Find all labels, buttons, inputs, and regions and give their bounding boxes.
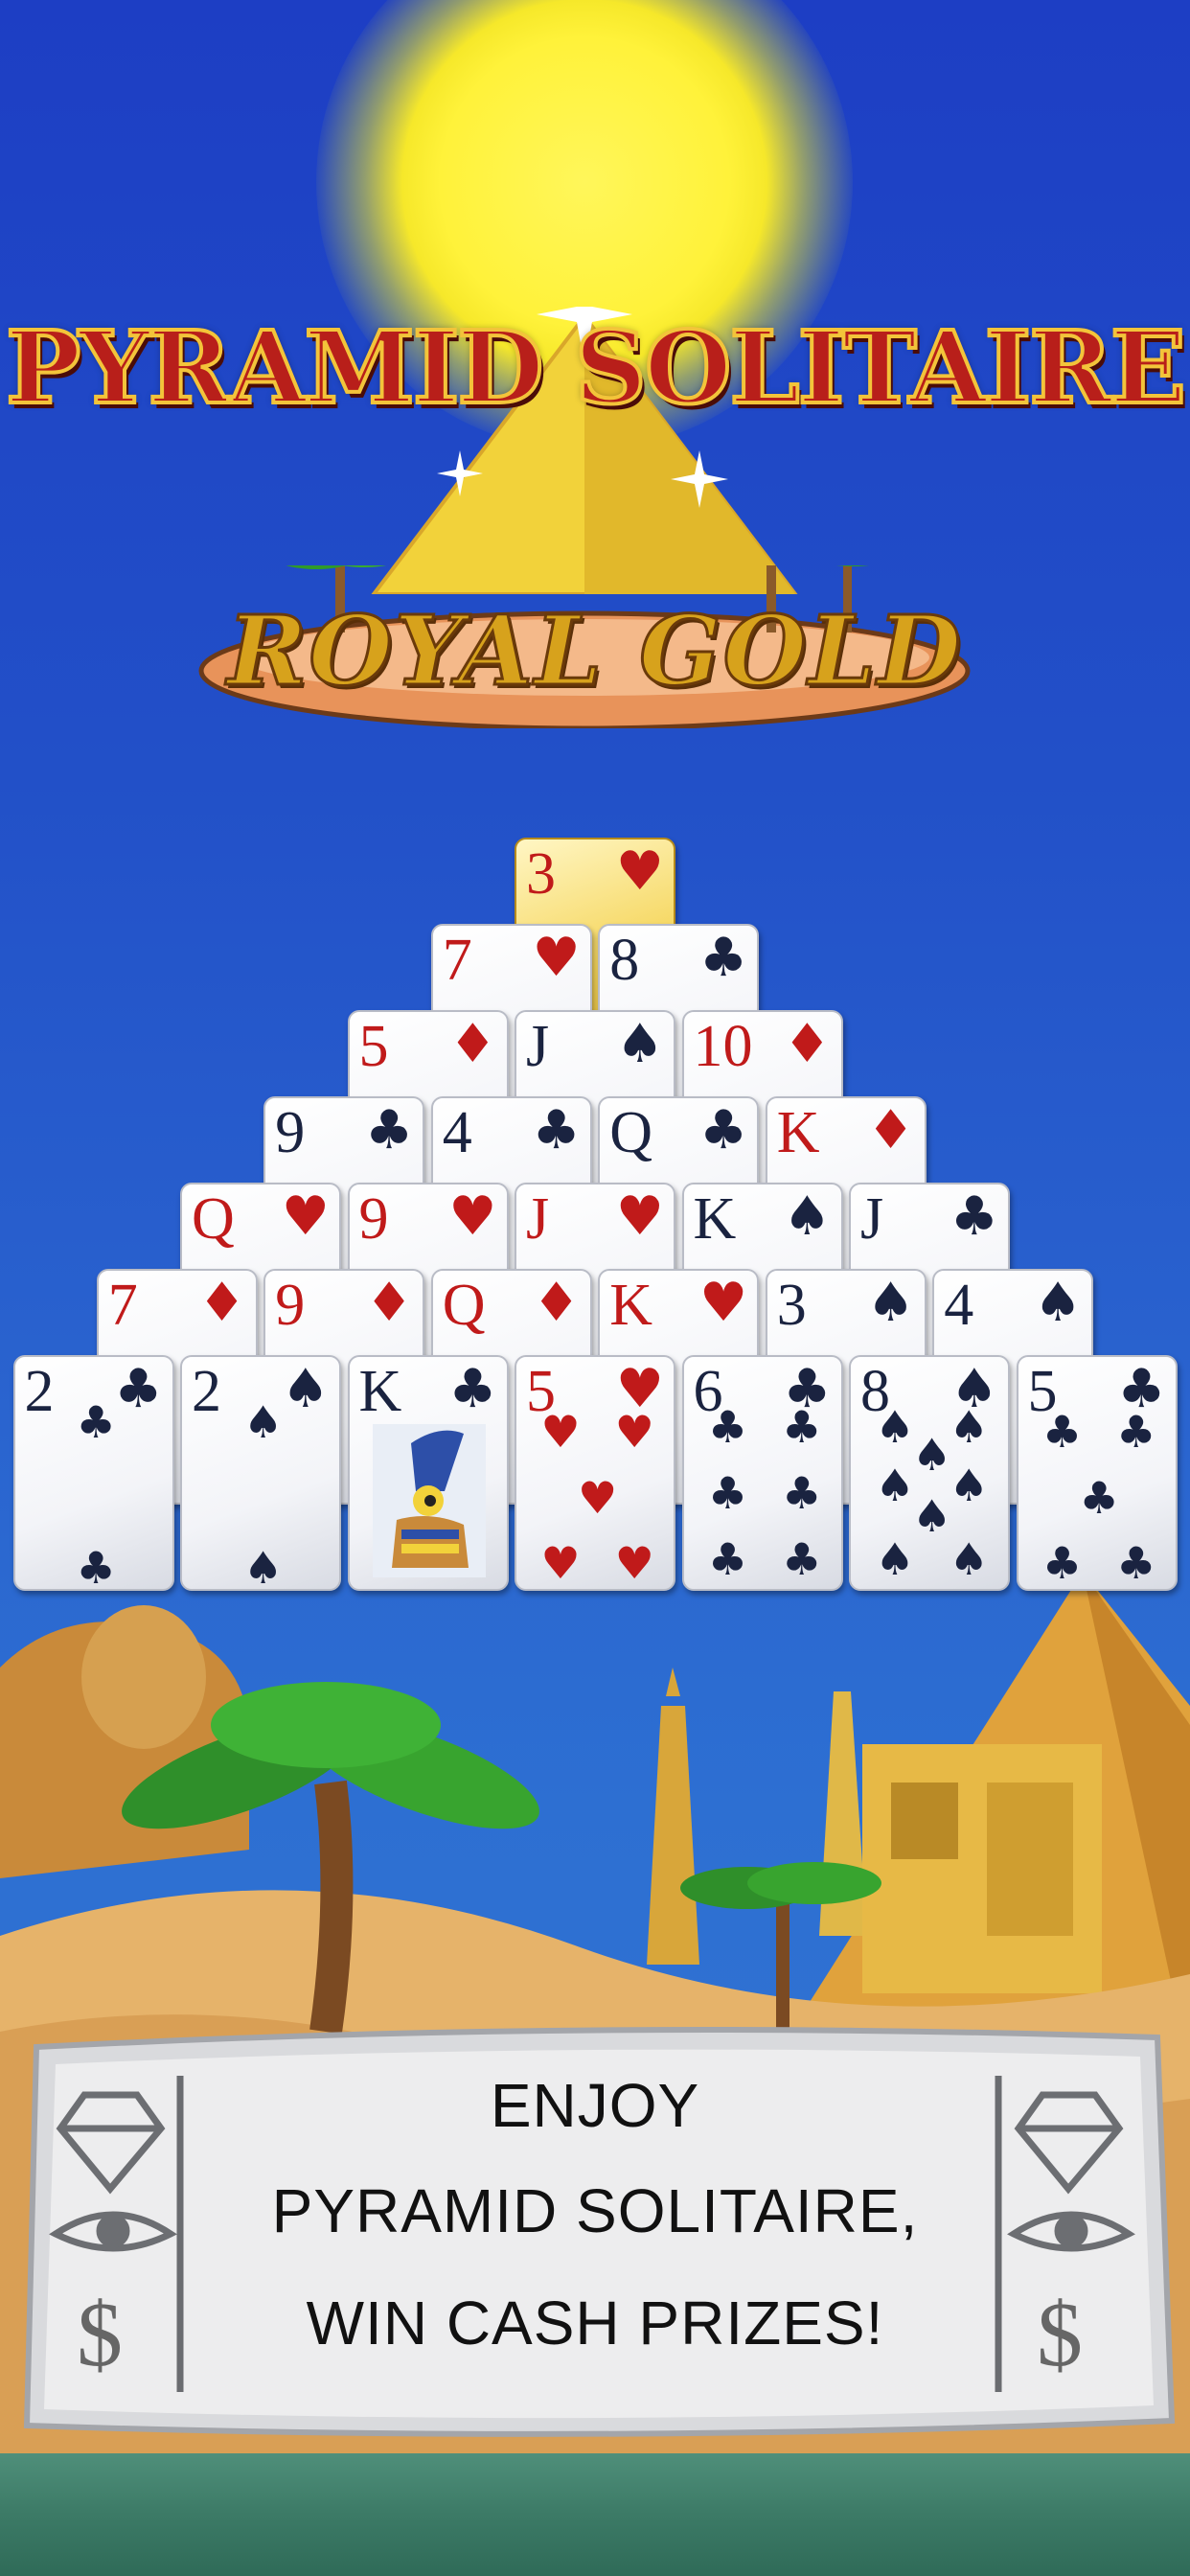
card-rank: 9 — [275, 1273, 306, 1338]
card-rank: K — [776, 1100, 820, 1165]
card-suit-icon: ♣ — [365, 1099, 414, 1162]
card-rank: J — [526, 1014, 550, 1079]
card-pip-icon: ♣ — [1079, 1471, 1119, 1524]
banner-line-3: WIN CASH PRIZES! — [306, 2288, 884, 2358]
title-line-2: ROYAL GOLD — [226, 593, 963, 709]
card-rank: 4 — [442, 1100, 472, 1165]
card-suit-icon: ♣ — [950, 1185, 998, 1248]
card-suit-icon: ♥ — [615, 840, 664, 903]
title-line-1: PYRAMID SOLITAIRE — [4, 307, 1188, 428]
card-suit-icon: ♠ — [615, 1013, 664, 1075]
card-pip-icon: ♠ — [875, 1532, 915, 1585]
card-rank: K — [358, 1359, 402, 1424]
card-rank: 9 — [275, 1100, 306, 1165]
card-pip-icon: ♥ — [540, 1537, 581, 1590]
card-pip-icon: ♠ — [243, 1542, 284, 1591]
card-pip-icon: ♣ — [707, 1400, 748, 1453]
banner-line-1: ENJOY — [490, 2071, 700, 2140]
card-rank: 3 — [776, 1273, 807, 1338]
card-suit-icon: ♥ — [448, 1185, 497, 1248]
banner-line-2: PYRAMID SOLITAIRE, — [271, 2176, 919, 2245]
playing-card[interactable]: 5 ♥ ♥ ♥ ♥ ♥ ♥ — [515, 1355, 675, 1591]
card-rank: 9 — [358, 1186, 389, 1252]
dollar-icon: $ — [77, 2283, 123, 2385]
card-pip-icon: ♥ — [614, 1405, 654, 1458]
playing-card[interactable]: 2 ♠ ♠ ♠ — [180, 1355, 341, 1591]
card-pip-icon: ♠ — [912, 1429, 952, 1482]
playing-card[interactable]: 2 ♣ ♣ ♣ — [12, 1355, 174, 1591]
card-rank: 7 — [442, 928, 472, 993]
card-pip-icon: ♥ — [614, 1537, 654, 1590]
card-suit-icon: ♥ — [532, 927, 581, 989]
card-pip-icon: ♣ — [1041, 1537, 1083, 1590]
game-scene: PYRAMID SOLITAIRE ROYAL GOLD 3 ♥ 7 ♥ 8 ♣… — [0, 0, 1190, 2576]
card-suit-icon: ♦ — [866, 1099, 915, 1162]
card-suit-icon: ♣ — [448, 1358, 497, 1420]
card-suit-icon: ♦ — [365, 1272, 414, 1334]
playing-card[interactable]: 6 ♣ ♣ ♣ ♣ ♣ ♣ ♣ — [681, 1355, 843, 1591]
card-rank: K — [609, 1273, 653, 1338]
card-suit-icon: ♥ — [699, 1272, 748, 1334]
card-rank: 5 — [358, 1014, 389, 1079]
playing-card[interactable]: 5 ♣ ♣ ♣ ♣ ♣ ♣ — [1016, 1355, 1178, 1591]
card-suit-icon: ♠ — [1034, 1272, 1083, 1334]
card-pip-icon: ♣ — [707, 1532, 748, 1585]
card-pip-icon: ♣ — [1116, 1537, 1156, 1590]
card-pip-icon: ♣ — [707, 1466, 748, 1519]
card-suit-icon: ♣ — [699, 927, 748, 989]
card-suit-icon: ♣ — [699, 1099, 748, 1162]
card-suit-icon: ♠ — [783, 1185, 832, 1248]
card-pip-icon: ♣ — [76, 1395, 116, 1448]
card-pip-icon: ♥ — [540, 1405, 581, 1458]
card-pip-icon: ♣ — [782, 1400, 822, 1453]
card-suit-icon: ♦ — [783, 1013, 832, 1075]
card-pip-icon: ♠ — [949, 1400, 989, 1453]
card-pip-icon: ♠ — [243, 1395, 284, 1448]
card-suit-icon: ♣ — [532, 1099, 581, 1162]
card-rank: 2 — [24, 1359, 55, 1424]
card-rank: 8 — [609, 928, 640, 993]
card-rank: Q — [192, 1186, 235, 1252]
card-suit-icon: ♠ — [281, 1358, 330, 1420]
card-rank: J — [526, 1186, 550, 1252]
card-suit-icon: ♣ — [114, 1358, 163, 1420]
card-pip-icon: ♠ — [949, 1532, 989, 1585]
card-pip-icon: ♣ — [782, 1466, 822, 1519]
card-suit-icon: ♦ — [448, 1013, 497, 1075]
card-rank: 4 — [944, 1273, 974, 1338]
card-rank: 7 — [107, 1273, 138, 1338]
bottom-ground — [0, 2453, 1190, 2576]
card-suit-icon: ♦ — [532, 1272, 581, 1334]
king-face-icon — [372, 1424, 486, 1577]
card-rank: J — [860, 1186, 884, 1252]
playing-card[interactable]: K ♣ — [347, 1355, 509, 1591]
card-rank: 10 — [693, 1014, 753, 1079]
card-pip-icon: ♠ — [949, 1460, 989, 1512]
card-rank: Q — [442, 1273, 486, 1338]
card-suit-icon: ♥ — [615, 1185, 664, 1248]
card-pip-icon: ♠ — [912, 1490, 952, 1543]
card-pip-icon: ♣ — [1041, 1405, 1083, 1458]
card-suit-icon: ♦ — [197, 1272, 246, 1334]
card-suit-icon: ♥ — [281, 1185, 330, 1248]
card-pip-icon: ♣ — [782, 1532, 822, 1585]
card-suit-icon: ♠ — [866, 1272, 915, 1334]
dollar-icon: $ — [1037, 2283, 1083, 2385]
card-pip-icon: ♣ — [1116, 1405, 1156, 1458]
card-rank: 3 — [526, 841, 556, 907]
playing-card[interactable]: 8 ♠ ♠ ♠ ♠ ♠ ♠ ♠ ♠ ♠ — [849, 1355, 1010, 1591]
card-pip-icon: ♠ — [875, 1460, 915, 1512]
card-rank: K — [693, 1186, 737, 1252]
card-pip-icon: ♣ — [76, 1542, 116, 1591]
card-pip-icon: ♥ — [578, 1471, 618, 1524]
card-rank: Q — [609, 1100, 653, 1165]
card-pip-icon: ♠ — [875, 1400, 915, 1453]
card-rank: 2 — [192, 1359, 221, 1424]
